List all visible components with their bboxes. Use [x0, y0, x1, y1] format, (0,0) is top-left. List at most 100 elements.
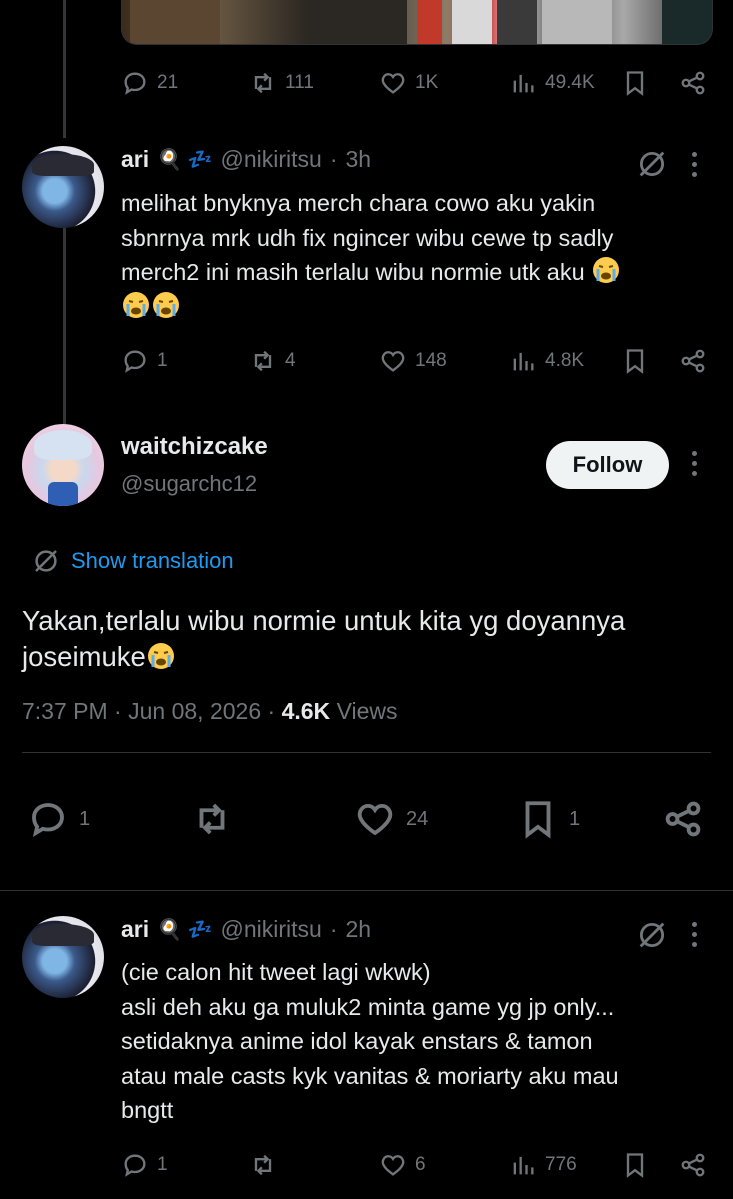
thread-line — [63, 215, 66, 427]
tweet-text-line: Yakan,terlalu wibu normie untuk kita yg … — [22, 605, 626, 636]
show-translation-label: Show translation — [71, 548, 234, 573]
repost-button[interactable]: 111 — [249, 63, 314, 103]
reply-count: 1 — [157, 1154, 168, 1175]
reply-icon — [124, 350, 146, 373]
share-icon — [665, 801, 701, 837]
like-button[interactable]: 6 — [379, 1145, 426, 1185]
tweet-media[interactable] — [121, 0, 713, 45]
reply-count: 1 — [79, 807, 91, 830]
reply-button[interactable]: 1 — [27, 793, 90, 845]
separator-dot: · — [114, 698, 122, 724]
bookmark-button[interactable] — [621, 63, 649, 103]
follow-button[interactable]: Follow — [546, 441, 669, 489]
views-icon — [513, 352, 534, 371]
show-translation-link[interactable]: Show translation — [31, 546, 234, 576]
tweet-time[interactable]: 2h — [346, 916, 372, 943]
translate-icon — [35, 550, 57, 572]
avatar[interactable] — [22, 146, 104, 228]
tweet-text-line: (cie calon hit tweet lagi wkwk) — [121, 959, 431, 985]
views-icon — [513, 1156, 534, 1175]
share-icon — [681, 1153, 705, 1177]
repost-button[interactable] — [191, 793, 243, 845]
views-button[interactable]: 49.4K — [509, 63, 595, 103]
more-options-button[interactable] — [691, 922, 697, 947]
repost-icon — [254, 1154, 272, 1176]
tweet-text-line: merch2 ini masih terlalu wibu normie utk… — [121, 255, 711, 290]
grok-button[interactable] — [634, 917, 670, 953]
views-label: Views — [336, 698, 398, 724]
separator-dot: · — [329, 916, 338, 942]
crying-face-icon — [153, 291, 179, 318]
tweet-text-line: melihat bnyknya merch chara cowo aku yak… — [121, 190, 596, 216]
share-button[interactable] — [679, 1145, 707, 1185]
like-button[interactable]: 148 — [379, 341, 447, 381]
bookmark-count: 1 — [569, 807, 581, 830]
like-count: 6 — [415, 1154, 426, 1175]
like-count: 24 — [406, 807, 429, 830]
view-count: 49.4K — [545, 72, 595, 93]
share-button[interactable] — [662, 793, 704, 845]
tweet-date[interactable]: Jun 08, 2026 — [128, 698, 261, 724]
view-count: 4.6K — [281, 698, 331, 724]
views-button[interactable]: 776 — [509, 1145, 577, 1185]
more-options-button[interactable] — [691, 152, 697, 177]
share-button[interactable] — [679, 63, 707, 103]
share-icon — [681, 349, 705, 373]
bookmark-icon — [626, 349, 644, 374]
reply-icon — [124, 72, 146, 95]
tweet-text: melihat bnyknya merch chara cowo aku yak… — [121, 186, 711, 324]
views-button[interactable]: 4.8K — [509, 341, 584, 381]
divider — [22, 752, 711, 753]
user-handle[interactable]: @sugarchc12 — [121, 471, 257, 497]
grok-icon — [639, 151, 665, 177]
grok-button[interactable] — [634, 146, 670, 182]
like-button[interactable]: 24 — [354, 793, 428, 845]
tweet-time[interactable]: 7:37 PM — [22, 698, 108, 724]
tweet-text-line: atau male casts kyk vanitas & moriarty a… — [121, 1062, 619, 1089]
avatar[interactable] — [22, 916, 104, 998]
tweet-text-line: joseimuke — [22, 639, 712, 675]
user-handle[interactable]: @nikiritsu — [221, 916, 322, 943]
reply-icon — [32, 803, 64, 837]
avatar[interactable] — [22, 424, 104, 506]
repost-count: 4 — [285, 350, 296, 371]
tweet-text-line: bngtt — [121, 1097, 174, 1123]
display-name[interactable]: ari — [121, 146, 149, 173]
tweet-meta: 7:37 PM · Jun 08, 2026 · 4.6K Views — [22, 698, 398, 725]
divider — [0, 890, 733, 891]
tweet-text: (cie calon hit tweet lagi wkwk) asli deh… — [121, 955, 711, 1128]
bookmark-button[interactable] — [621, 1145, 649, 1185]
crying-face-icon — [123, 291, 149, 318]
user-handle[interactable]: @nikiritsu — [221, 146, 322, 173]
crying-face-icon — [593, 257, 620, 283]
name-emojis: 🍳 💤 — [157, 149, 213, 171]
display-name[interactable]: ari — [121, 916, 149, 943]
bookmark-icon — [626, 71, 644, 96]
like-button[interactable]: 1K — [379, 63, 438, 103]
crying-face-icon — [147, 643, 174, 669]
tweet-time[interactable]: 3h — [346, 146, 372, 173]
tweet-text-span: joseimuke — [22, 641, 146, 672]
share-icon — [681, 71, 705, 95]
repost-count: 111 — [285, 72, 314, 93]
tweet-text-span: merch2 ini masih terlalu wibu normie utk… — [121, 259, 585, 285]
bookmark-button[interactable]: 1 — [517, 793, 580, 845]
heart-icon — [381, 351, 405, 372]
thread-line — [63, 0, 66, 138]
reply-count: 21 — [157, 72, 179, 93]
reply-button[interactable]: 21 — [121, 63, 178, 103]
repost-button[interactable]: 4 — [249, 341, 296, 381]
tweet-header: ari 🍳 💤 @nikiritsu · 2h — [121, 916, 371, 943]
bookmark-button[interactable] — [621, 341, 649, 381]
bookmark-icon — [525, 801, 551, 839]
tweet-actions: 1 4 148 4.8K — [121, 341, 711, 381]
tweet-header: ari 🍳 💤 @nikiritsu · 3h — [121, 146, 371, 173]
view-count: 4.8K — [545, 350, 585, 371]
reply-button[interactable]: 1 — [121, 341, 168, 381]
separator-dot: · — [267, 698, 276, 724]
share-button[interactable] — [679, 341, 707, 381]
repost-button[interactable] — [249, 1145, 285, 1185]
reply-button[interactable]: 1 — [121, 1145, 168, 1185]
display-name[interactable]: waitchizcake — [121, 433, 268, 461]
more-options-button[interactable] — [691, 451, 697, 476]
